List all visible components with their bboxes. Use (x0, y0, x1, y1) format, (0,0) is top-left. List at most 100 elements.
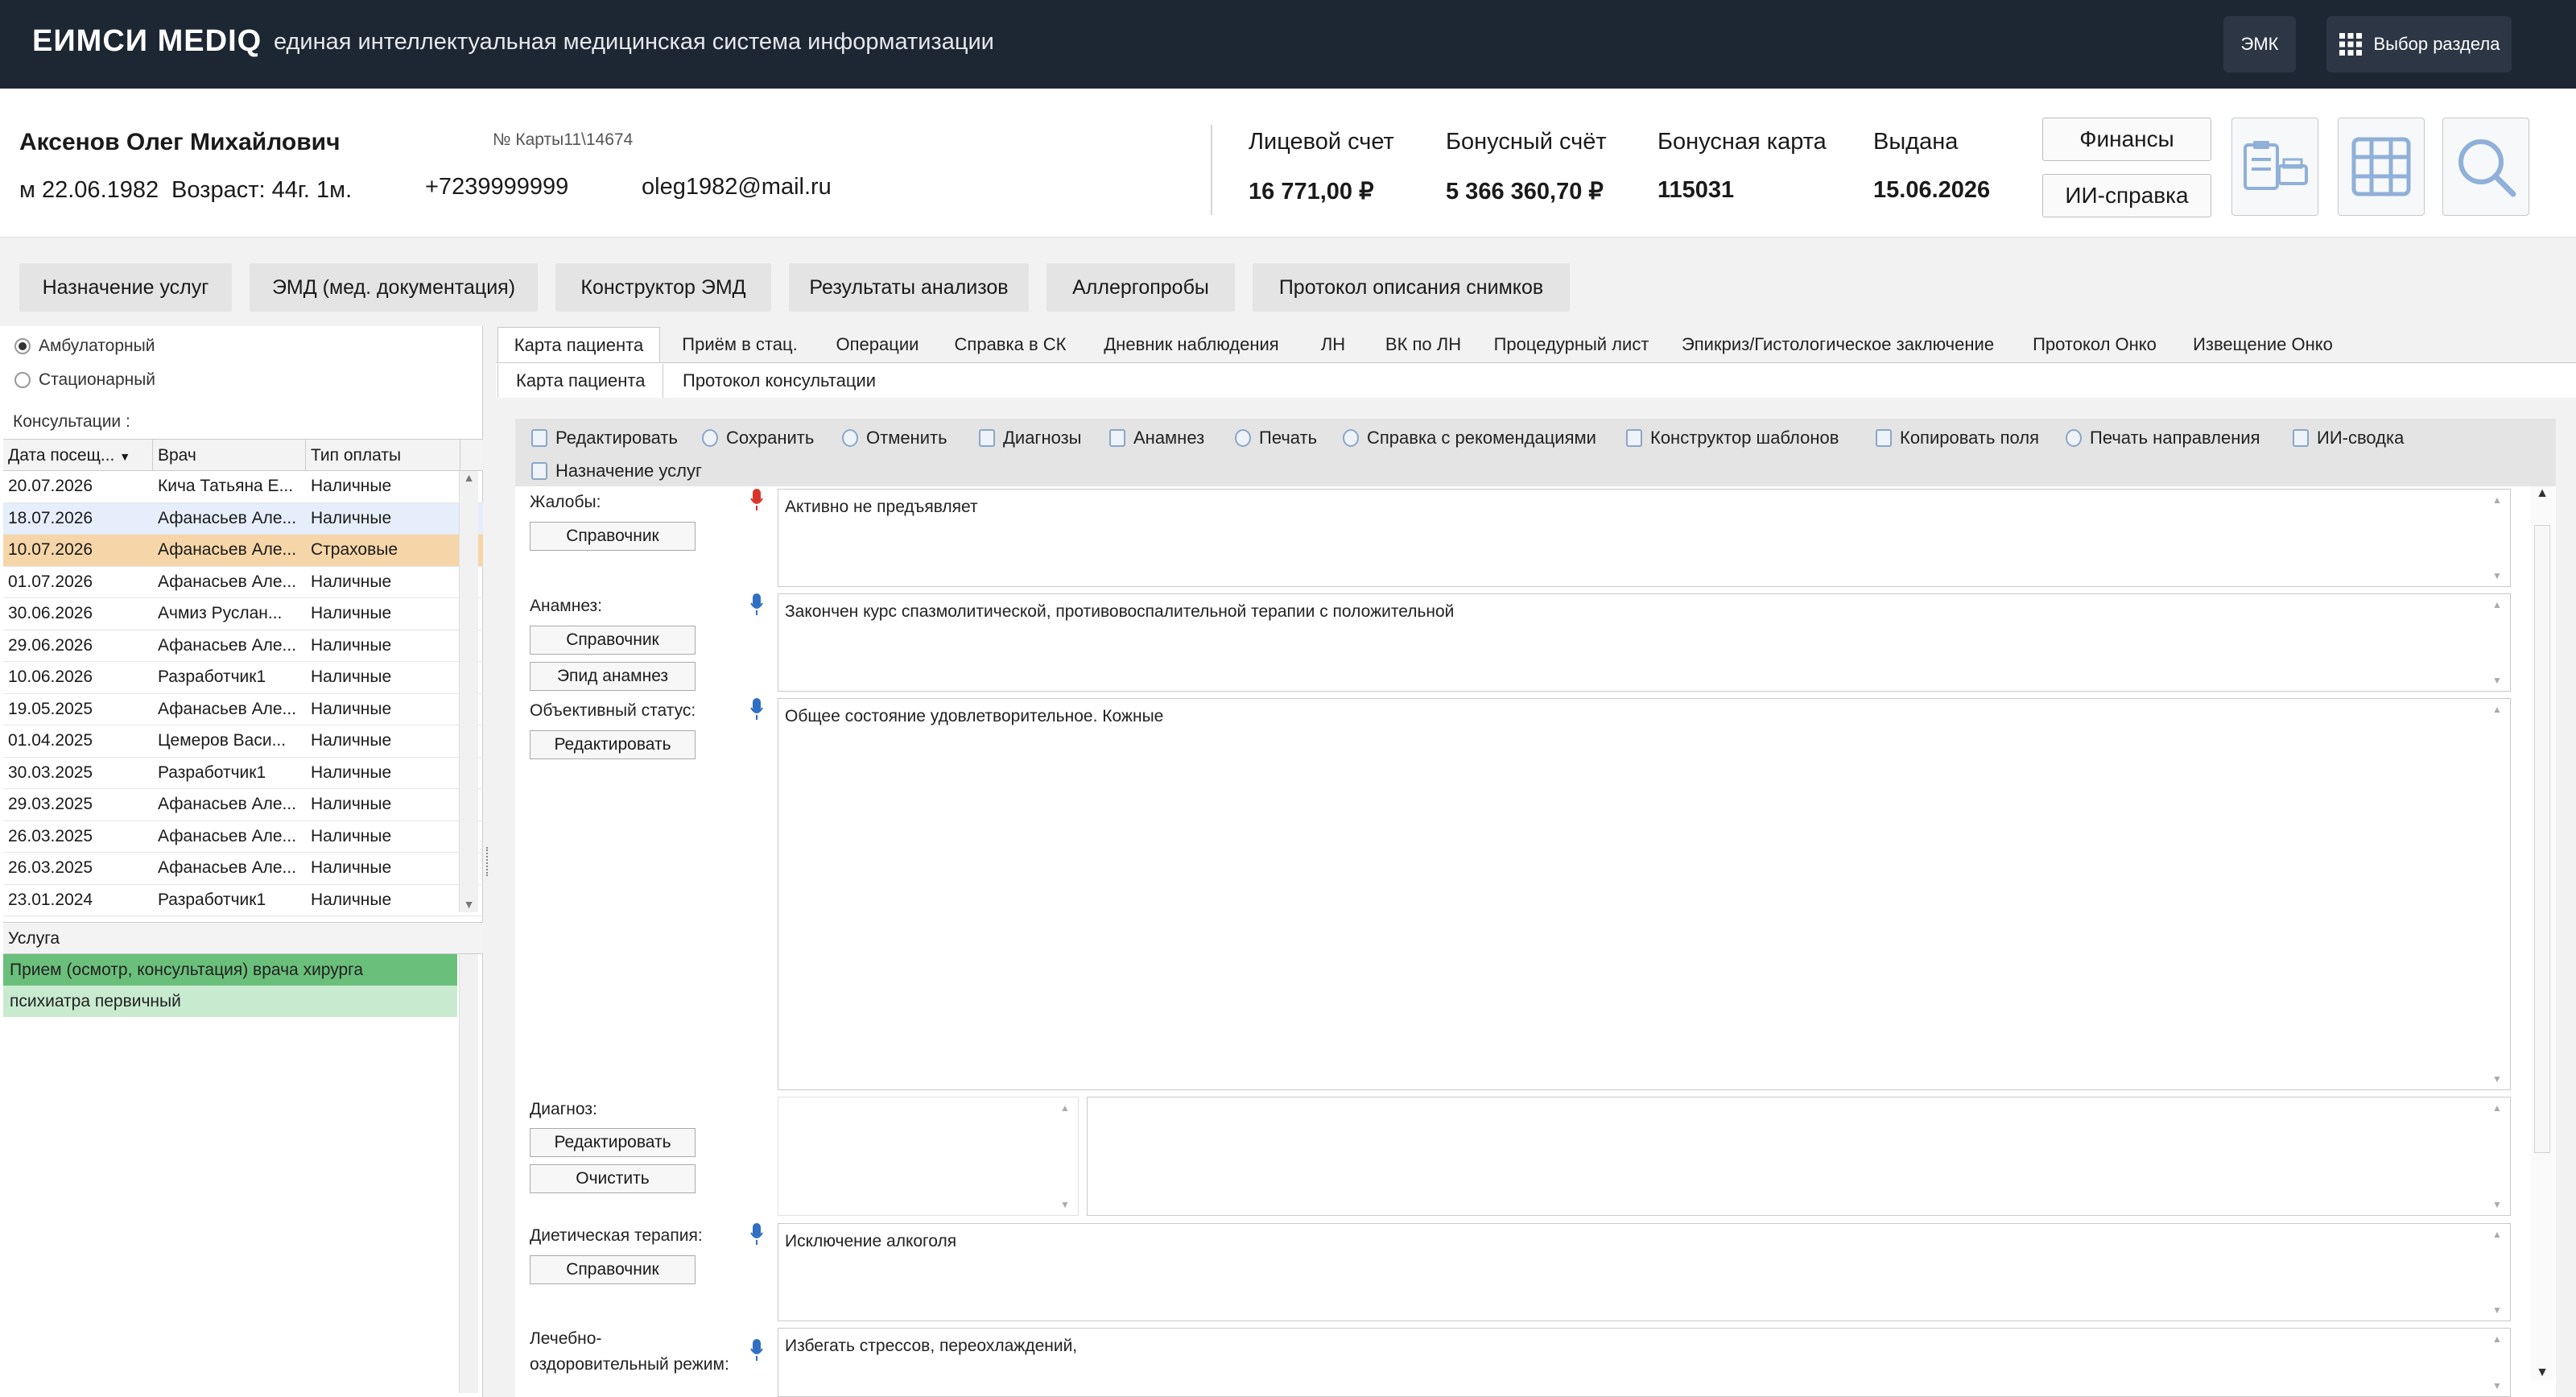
table-row[interactable]: 30.06.2026 Ачмиз Руслан... Наличные (3, 598, 483, 630)
toolbar-print-referral[interactable]: Печать направления (2066, 428, 2260, 448)
field-scrollbar[interactable] (2492, 704, 2505, 1085)
subtab-consult-protocol[interactable]: Протокол консультации (665, 364, 894, 398)
finances-button[interactable]: Финансы (2042, 118, 2211, 161)
tab-hospital-admission[interactable]: Приём в стац. (662, 327, 818, 362)
microphone-icon[interactable] (750, 1339, 763, 1362)
diagnosis-clear-button[interactable]: Очистить (530, 1164, 696, 1193)
radio-ambulatory[interactable]: Амбулаторный (14, 337, 155, 356)
column-payment[interactable]: Тип оплаты (306, 440, 460, 470)
tab-procedure-sheet[interactable]: Процедурный лист (1480, 327, 1663, 362)
microphone-active-icon[interactable] (750, 489, 763, 511)
table-row[interactable]: 30.03.2025 Разработчик1 Наличные (3, 758, 483, 789)
status-edit-button[interactable]: Редактировать (530, 730, 696, 759)
search-button[interactable] (2442, 118, 2529, 216)
toolbar-anamnesis[interactable]: Анамнез (1109, 428, 1204, 448)
anamnesis-reference-button[interactable]: Справочник (530, 626, 696, 655)
table-row[interactable]: 10.06.2026 Разработчик1 Наличные (3, 662, 483, 694)
table-row[interactable]: 01.07.2026 Афанасьев Але... Наличные (3, 567, 483, 598)
regime-field[interactable]: Избегать стрессов, переохлаждений, (778, 1328, 2511, 1397)
toolbar-template-constructor[interactable]: Конструктор шаблонов (1626, 428, 1839, 448)
scroll-down-icon[interactable]: ▼ (460, 898, 478, 911)
table-row[interactable]: 29.03.2025 Афанасьев Але... Наличные (3, 789, 483, 821)
table-button[interactable] (2338, 118, 2425, 216)
services-scrollbar[interactable] (459, 954, 478, 1393)
field-scrollbar[interactable] (2492, 494, 2505, 581)
section-select-button[interactable]: Выбор раздела (2326, 16, 2512, 72)
clipboard-print-button[interactable] (2231, 118, 2318, 216)
tab-emd-constructor[interactable]: Конструктор ЭМД (555, 263, 771, 312)
column-doctor[interactable]: Врач (153, 440, 306, 470)
table-row[interactable]: 18.07.2026 Афанасьев Але... Наличные (3, 502, 483, 535)
cell-payment: Наличные (311, 890, 392, 909)
field-scrollbar[interactable] (2492, 1229, 2505, 1316)
scroll-up-icon[interactable]: ▲ (460, 471, 478, 484)
field-scrollbar[interactable] (1060, 1102, 1073, 1210)
subtab-patient-card[interactable]: Карта пациента (497, 364, 664, 398)
tab-sk-certificate[interactable]: Справка в СК (937, 327, 1084, 362)
divider (1211, 125, 1212, 215)
scroll-up-icon[interactable]: ▲ (2531, 486, 2553, 501)
ai-reference-button[interactable]: ИИ-справка (2042, 174, 2211, 217)
table-row[interactable]: 01.04.2025 Цемеров Васи... Наличные (3, 725, 483, 758)
splitter-handle[interactable] (486, 847, 491, 876)
service-item[interactable]: психиатра первичный (3, 986, 457, 1017)
toolbar-cancel[interactable]: Отменить (842, 428, 947, 448)
tab-ln[interactable]: ЛН (1299, 327, 1367, 362)
table-row[interactable]: 20.07.2026 Кича Татьяна Е... Наличные (3, 471, 483, 503)
tab-emd[interactable]: ЭМД (мед. документация) (250, 263, 538, 312)
field-scrollbar[interactable] (2492, 1102, 2505, 1210)
grid-scrollbar[interactable]: ▲ ▼ (459, 471, 478, 912)
emk-button[interactable]: ЭМК (2223, 16, 2296, 72)
microphone-icon[interactable] (750, 593, 763, 616)
table-row[interactable]: 29.06.2026 Афанасьев Але... Наличные (3, 630, 483, 662)
tab-image-protocol[interactable]: Протокол описания снимков (1253, 263, 1570, 312)
form-scrollbar[interactable]: ▲ ▼ (2531, 486, 2553, 1380)
toolbar-assign-services[interactable]: Назначение услуг (531, 461, 702, 482)
toolbar-ai-summary[interactable]: ИИ-сводка (2293, 428, 2404, 448)
diet-reference-button[interactable]: Справочник (530, 1255, 696, 1284)
service-item[interactable]: Прием (осмотр, консультация) врача хирур… (3, 954, 457, 986)
tab-operations[interactable]: Операции (818, 327, 937, 362)
field-scrollbar[interactable] (2492, 599, 2505, 686)
table-row[interactable]: 23.01.2024 Разработчик1 Наличные (3, 885, 483, 916)
diagnosis-code-list[interactable] (778, 1097, 1079, 1216)
tab-services[interactable]: Назначение услуг (19, 263, 232, 312)
toolbar-edit[interactable]: Редактировать (531, 428, 678, 448)
toolbar-diagnoses[interactable]: Диагнозы (979, 428, 1082, 448)
complaints-reference-button[interactable]: Справочник (530, 522, 696, 551)
microphone-icon[interactable] (750, 698, 763, 721)
toolbar-copy-fields[interactable]: Копировать поля (1876, 428, 2039, 448)
toolbar-recommendations[interactable]: Справка с рекомендациями (1343, 428, 1596, 448)
epid-anamnesis-button[interactable]: Эпид анамнез (530, 662, 696, 691)
complaints-field[interactable]: Активно не предъявляет (778, 489, 2511, 587)
scroll-thumb[interactable] (2534, 525, 2550, 1153)
toolbar-save[interactable]: Сохранить (702, 428, 814, 448)
toolbar-print[interactable]: Печать (1235, 428, 1317, 448)
tab-allergy-tests[interactable]: Аллергопробы (1046, 263, 1235, 312)
table-row[interactable]: 19.05.2025 Афанасьев Але... Наличные (3, 694, 483, 725)
scroll-down-icon[interactable]: ▼ (2531, 1366, 2553, 1380)
tab-observation-diary[interactable]: Дневник наблюдения (1084, 327, 1299, 362)
microphone-icon[interactable] (750, 1223, 763, 1246)
cell-doctor: Афанасьев Але... (158, 858, 297, 878)
cell-payment: Наличные (311, 572, 392, 591)
anamnesis-label: Анамнез: (530, 597, 602, 615)
diagnosis-edit-button[interactable]: Редактировать (530, 1128, 696, 1157)
table-row[interactable]: 26.03.2025 Афанасьев Але... Наличные (3, 821, 483, 853)
tab-analysis-results[interactable]: Результаты анализов (789, 263, 1029, 312)
column-date[interactable]: Дата посещ... ▼ (3, 440, 153, 470)
table-row[interactable]: 10.07.2026 Афанасьев Але... Страховые (3, 535, 483, 567)
cell-payment: Наличные (311, 699, 392, 718)
status-field[interactable]: Общее состояние удовлетворительное. Кожн… (778, 698, 2511, 1090)
field-scrollbar[interactable] (2492, 1333, 2505, 1391)
tab-epicrisis[interactable]: Эпикриз/Гистологическое заключение (1663, 327, 2013, 362)
tab-onco-notice[interactable]: Извещение Онко (2177, 327, 2349, 362)
tab-onco-protocol[interactable]: Протокол Онко (2013, 327, 2177, 362)
diagnosis-field[interactable] (1087, 1097, 2511, 1216)
tab-patient-card[interactable]: Карта пациента (497, 327, 660, 362)
radio-stationary[interactable]: Стационарный (14, 370, 155, 390)
tab-vk-ln[interactable]: ВК по ЛН (1367, 327, 1480, 362)
table-row[interactable]: 26.03.2025 Афанасьев Але... Наличные (3, 853, 483, 885)
diet-field[interactable]: Исключение алкоголя (778, 1223, 2511, 1321)
anamnesis-field[interactable]: Закончен курс спазмолитической, противов… (778, 593, 2511, 692)
